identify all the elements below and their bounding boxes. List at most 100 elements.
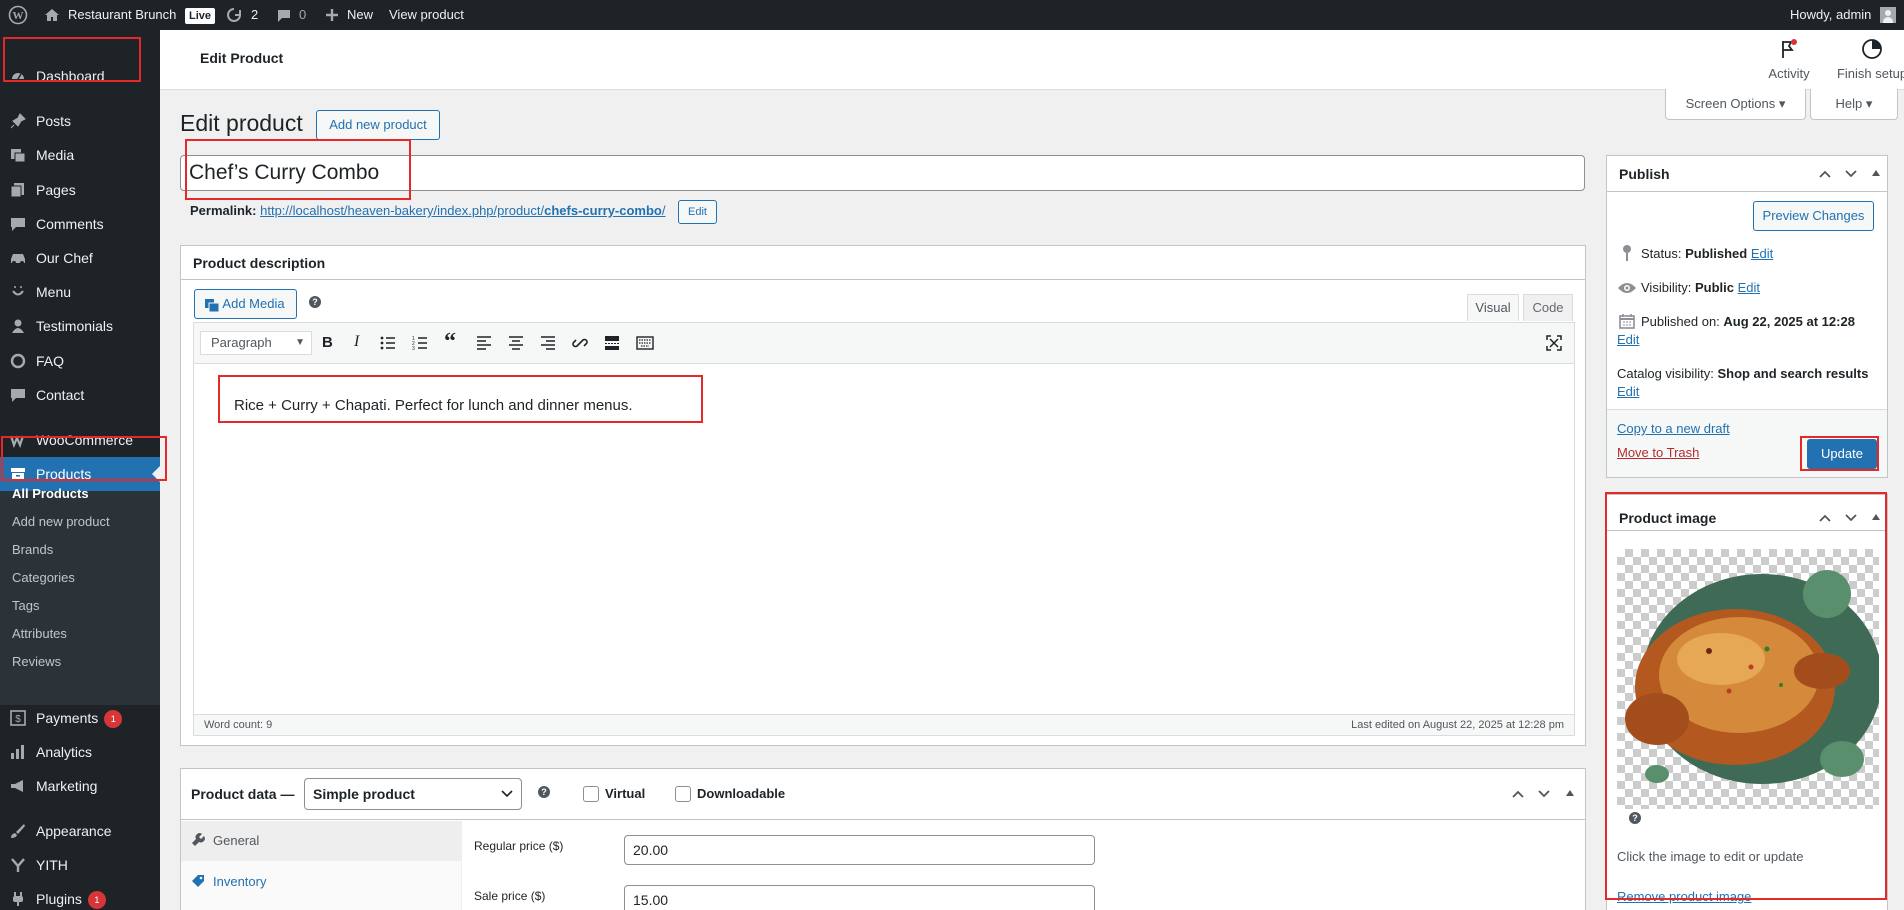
visibility-edit-link[interactable]: Edit bbox=[1738, 280, 1760, 295]
help-icon[interactable]: ? bbox=[309, 296, 321, 308]
sidebar-item-media[interactable]: Media bbox=[0, 138, 160, 172]
editor-content[interactable]: Rice + Curry + Chapati. Perfect for lunc… bbox=[234, 397, 633, 414]
visibility-value: Public bbox=[1694, 280, 1734, 295]
tab-inventory[interactable]: Inventory bbox=[181, 862, 462, 902]
format-select[interactable]: Paragraph ▼ bbox=[200, 331, 312, 355]
keyboard-icon[interactable] bbox=[636, 335, 654, 351]
sale-price-input[interactable]: 15.00 bbox=[624, 885, 1095, 910]
pages-icon bbox=[10, 183, 24, 198]
new-link[interactable]: New bbox=[347, 0, 373, 30]
virtual-checkbox[interactable] bbox=[583, 786, 599, 802]
sidebar-item-dashboard[interactable]: Dashboard bbox=[0, 59, 160, 93]
align-left-icon[interactable] bbox=[476, 335, 492, 351]
align-right-icon[interactable] bbox=[540, 335, 556, 351]
home-icon[interactable] bbox=[44, 0, 60, 30]
blockquote-icon[interactable]: “ bbox=[444, 329, 456, 356]
submenu-reviews[interactable]: Reviews bbox=[0, 651, 160, 673]
chevron-up-icon[interactable] bbox=[1818, 513, 1832, 523]
submenu-brands[interactable]: Brands bbox=[0, 539, 160, 561]
link-icon[interactable] bbox=[572, 335, 588, 351]
help-icon[interactable]: ? bbox=[538, 786, 550, 798]
italic-icon[interactable]: I bbox=[354, 333, 359, 351]
chevron-down-icon[interactable] bbox=[1844, 513, 1858, 523]
remove-image-link[interactable]: Remove product image bbox=[1617, 889, 1751, 904]
published-edit-link[interactable]: Edit bbox=[1617, 332, 1639, 347]
toggle-arrow-icon[interactable] bbox=[1565, 789, 1575, 797]
product-type-select[interactable]: Simple product bbox=[304, 778, 522, 810]
chevron-up-icon[interactable] bbox=[1818, 169, 1832, 179]
sidebar-item-faq[interactable]: FAQ bbox=[0, 344, 160, 378]
submenu-add-new-product[interactable]: Add new product bbox=[0, 511, 160, 533]
sidebar-item-plugins[interactable]: Plugins 1 bbox=[0, 882, 160, 910]
align-center-icon[interactable] bbox=[508, 335, 524, 351]
plus-icon[interactable] bbox=[325, 0, 339, 30]
move-to-trash-link[interactable]: Move to Trash bbox=[1617, 445, 1699, 460]
sidebar-item-appearance[interactable]: Appearance bbox=[0, 814, 160, 848]
catalog-edit-link[interactable]: Edit bbox=[1617, 384, 1639, 399]
avatar[interactable] bbox=[1880, 0, 1896, 30]
sidebar-item-posts[interactable]: Posts bbox=[0, 104, 160, 138]
tab-general[interactable]: General bbox=[181, 821, 462, 861]
sidebar-item-testimonials[interactable]: Testimonials bbox=[0, 309, 160, 343]
tab-visual[interactable]: Visual bbox=[1467, 294, 1519, 321]
sidebar-item-label: Dashboard bbox=[36, 68, 105, 84]
sidebar-item-contact[interactable]: Contact bbox=[0, 378, 160, 412]
submenu-categories[interactable]: Categories bbox=[0, 567, 160, 589]
chevron-down-icon[interactable] bbox=[1844, 169, 1858, 179]
sidebar-item-payments[interactable]: $ Payments 1 bbox=[0, 701, 160, 735]
updates-icon[interactable] bbox=[226, 0, 242, 30]
submenu-tags[interactable]: Tags bbox=[0, 595, 160, 617]
submenu-attributes[interactable]: Attributes bbox=[0, 623, 160, 645]
updates-count[interactable]: 2 bbox=[251, 0, 258, 30]
sidebar-item-marketing[interactable]: Marketing bbox=[0, 769, 160, 803]
submenu-all-products[interactable]: All Products bbox=[0, 483, 160, 505]
comments-count[interactable]: 0 bbox=[299, 0, 306, 30]
help-tab[interactable]: Help ▾ bbox=[1810, 89, 1898, 120]
view-product-link[interactable]: View product bbox=[389, 0, 464, 30]
update-button[interactable]: Update bbox=[1807, 439, 1877, 469]
status-label: Status: bbox=[1641, 246, 1682, 261]
comments-icon[interactable] bbox=[276, 0, 292, 30]
finish-setup-button[interactable] bbox=[1852, 38, 1892, 63]
downloadable-checkbox[interactable] bbox=[675, 786, 691, 802]
product-image[interactable] bbox=[1617, 549, 1879, 809]
wordpress-logo-icon[interactable]: W bbox=[8, 0, 28, 30]
toggle-arrow-icon[interactable] bbox=[1871, 513, 1881, 521]
product-title-input[interactable]: Chef’s Curry Combo bbox=[180, 155, 1585, 191]
chevron-down-icon bbox=[501, 790, 513, 798]
howdy-user[interactable]: Howdy, admin bbox=[1790, 0, 1871, 30]
bullet-list-icon[interactable] bbox=[380, 335, 396, 351]
numbered-list-icon[interactable]: 123 bbox=[412, 335, 428, 351]
payments-badge: 1 bbox=[104, 710, 123, 729]
sidebar-item-analytics[interactable]: Analytics bbox=[0, 735, 160, 769]
sidebar-item-our-chef[interactable]: Our Chef bbox=[0, 241, 160, 275]
help-icon[interactable]: ? bbox=[1629, 812, 1641, 824]
sidebar-item-pages[interactable]: Pages bbox=[0, 173, 160, 207]
add-media-button[interactable]: Add Media bbox=[194, 289, 297, 319]
fullscreen-icon[interactable] bbox=[1546, 335, 1562, 351]
site-name-link[interactable]: Restaurant Brunch bbox=[68, 0, 176, 30]
chevron-up-icon[interactable] bbox=[1511, 789, 1525, 799]
status-edit-link[interactable]: Edit bbox=[1751, 246, 1773, 261]
read-more-icon[interactable] bbox=[604, 335, 620, 351]
permalink-url[interactable]: http://localhost/heaven-bakery/index.php… bbox=[260, 203, 665, 218]
preview-changes-button[interactable]: Preview Changes bbox=[1753, 201, 1874, 231]
regular-price-input[interactable]: 20.00 bbox=[624, 835, 1095, 865]
sidebar-item-woocommerce[interactable]: WooCommerce bbox=[0, 423, 160, 457]
svg-text:$: $ bbox=[15, 714, 21, 725]
tab-code[interactable]: Code bbox=[1523, 294, 1573, 321]
sidebar-item-menu[interactable]: Menu bbox=[0, 275, 160, 309]
permalink-edit-button[interactable]: Edit bbox=[678, 200, 717, 224]
screen-options-tab[interactable]: Screen Options ▾ bbox=[1665, 89, 1806, 120]
sidebar-item-label: WooCommerce bbox=[36, 432, 133, 448]
bold-icon[interactable]: B bbox=[322, 334, 333, 351]
copy-to-draft-link[interactable]: Copy to a new draft bbox=[1617, 421, 1730, 436]
active-arrow bbox=[152, 466, 160, 482]
add-new-product-button[interactable]: Add new product bbox=[316, 110, 440, 140]
chevron-down-icon[interactable] bbox=[1537, 789, 1551, 799]
sidebar-item-yith[interactable]: YITH bbox=[0, 848, 160, 882]
tab-label: General bbox=[213, 833, 260, 848]
toggle-arrow-icon[interactable] bbox=[1871, 169, 1881, 177]
sidebar-item-label: Menu bbox=[36, 284, 72, 300]
sidebar-item-comments[interactable]: Comments bbox=[0, 207, 160, 241]
